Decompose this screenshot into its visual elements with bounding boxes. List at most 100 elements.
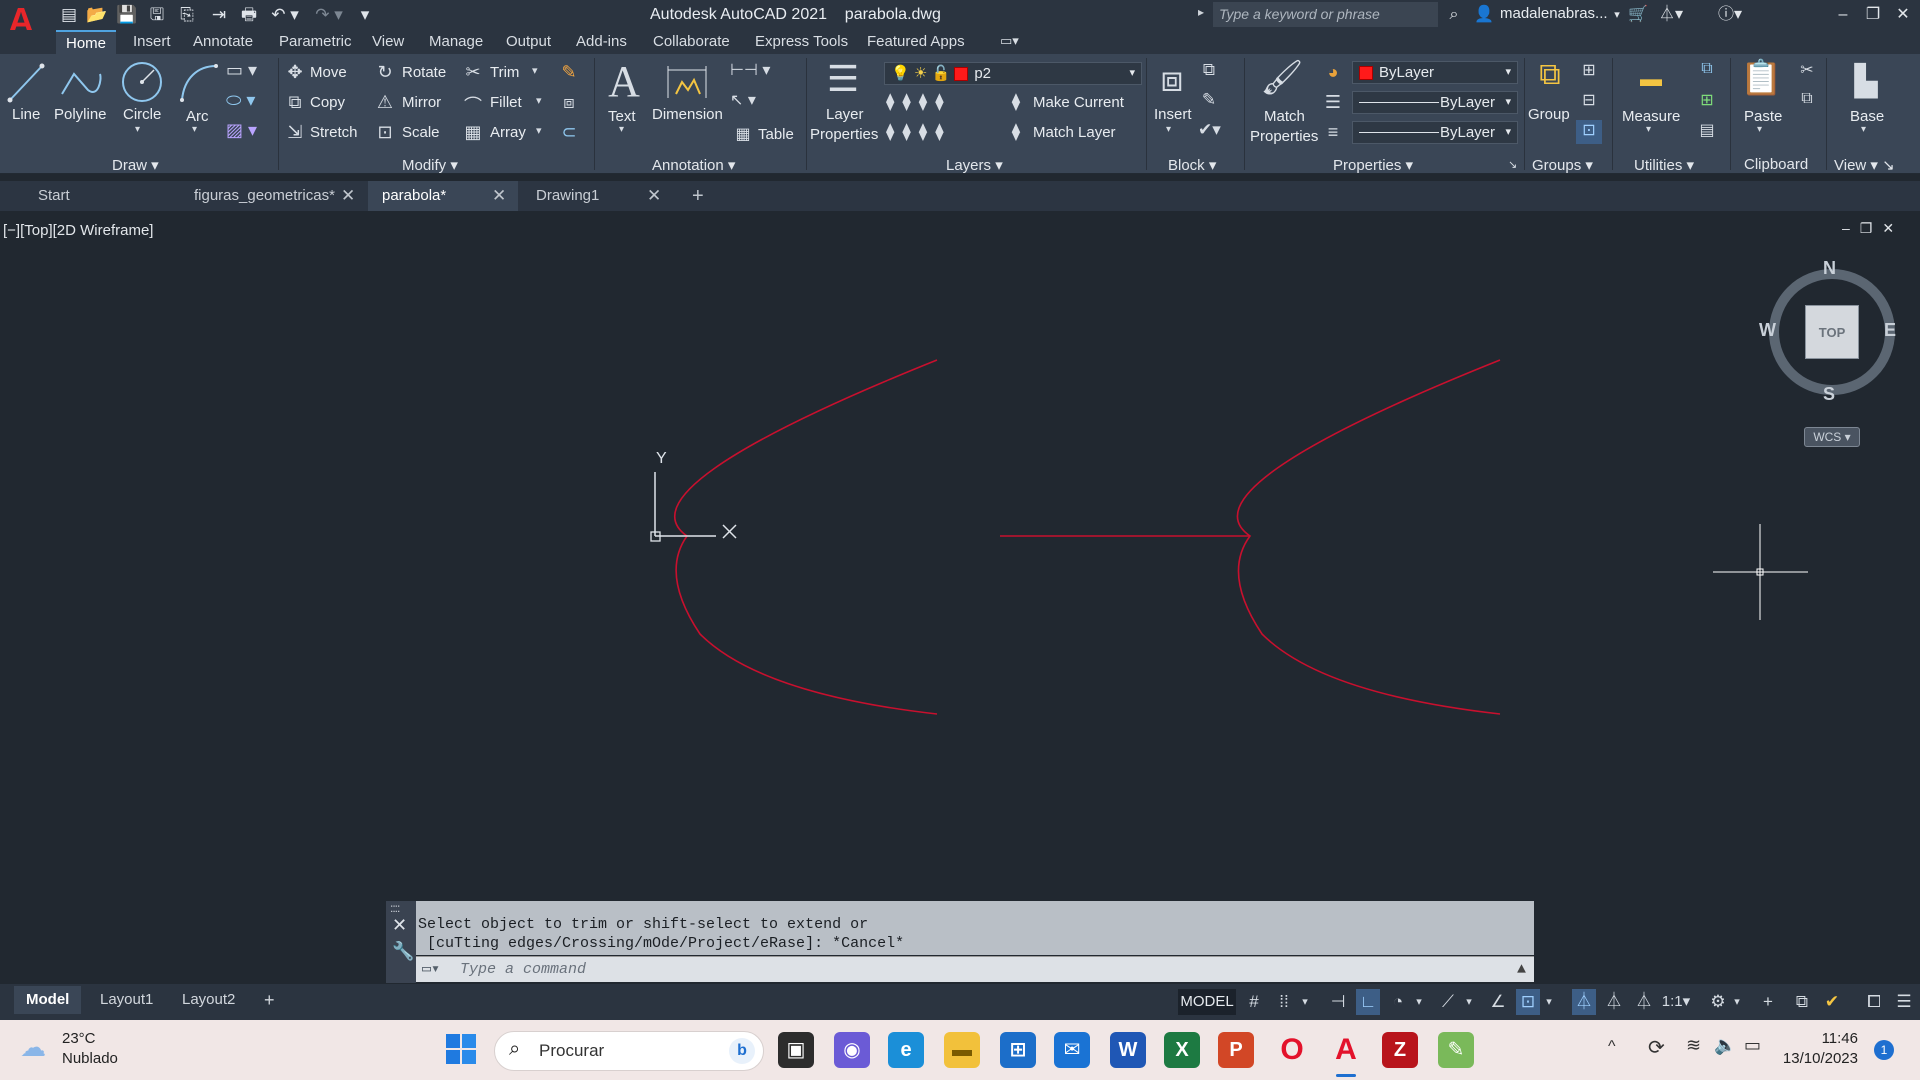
polar-dropdown-icon[interactable]: ▾ [1412,989,1426,1015]
model-space-button[interactable]: MODEL [1178,989,1236,1015]
tab-insert[interactable]: Insert [133,33,171,50]
copy-button[interactable]: Copy [310,94,345,111]
snap-icon[interactable]: ⁞⁞ [1272,989,1296,1015]
color-wheel-icon[interactable]: ◕ [1322,62,1344,83]
viewcube-east[interactable]: E [1884,320,1896,341]
lineweight-dropdown[interactable]: ByLayer ▾ [1352,121,1518,144]
units-icon[interactable]: ⧉ [1790,989,1814,1015]
parabola-right[interactable] [1236,359,1501,715]
tab-model[interactable]: Model [14,986,82,1014]
layer-properties-button-line2[interactable]: Properties [810,126,878,143]
dimension-button[interactable]: Dimension [652,106,723,123]
viewcube-west[interactable]: W [1759,320,1776,341]
group-edit-icon[interactable]: ⊟ [1578,90,1600,110]
polyline-button[interactable]: Polyline [54,106,107,123]
viewcube-north[interactable]: N [1823,258,1836,279]
customize-quick-access-icon[interactable]: ▾ [354,4,376,26]
teams-chat-icon[interactable]: ◉ [834,1032,870,1068]
weather-temperature[interactable]: 23°C [62,1030,96,1047]
redo-icon[interactable]: ↷ ▾ [312,4,346,26]
geogebra-icon[interactable]: ✎ [1438,1032,1474,1068]
linetype-dropdown[interactable]: ByLayer ▾ [1352,91,1518,114]
measure-dropdown-icon[interactable]: ▾ [1646,124,1651,135]
excel-icon[interactable]: X [1164,1032,1200,1068]
powerpoint-icon[interactable]: P [1218,1032,1254,1068]
drawing-viewport[interactable]: [−][Top][2D Wireframe] –❐✕ Y N S E W TOP… [0,214,1920,986]
battery-icon[interactable]: ▭ [1744,1035,1761,1056]
paste-dropdown-icon[interactable]: ▾ [1757,124,1762,135]
user-name[interactable]: madalenabras... [1500,5,1608,22]
annotation-scale-dropdown[interactable]: 1:1▾ [1660,989,1692,1015]
annotation-monitor-icon[interactable]: + [1756,989,1780,1015]
taskbar-search-box[interactable]: ⌕ Procurar b [494,1031,764,1071]
weather-condition[interactable]: Nublado [62,1050,118,1067]
lineweight-icon[interactable]: ☰ [1322,92,1344,113]
isodraft-icon[interactable]: ⟋ [1436,989,1460,1015]
clock-time[interactable]: 11:46 [1810,1030,1858,1047]
select-all-icon[interactable]: ⊞ [1696,90,1718,110]
isodraft-dropdown-icon[interactable]: ▾ [1462,989,1476,1015]
modify-panel-title[interactable]: Modify ▾ [402,156,458,174]
ribbon-minimize-icon[interactable]: ▭▾ [1000,33,1019,49]
arc-button[interactable]: Arc [186,108,209,125]
rectangle-icon[interactable]: ▭ ▾ [226,60,266,81]
circle-button[interactable]: Circle [123,106,161,123]
move-button[interactable]: Move [310,64,347,81]
expand-arrow-icon[interactable]: ▸ [1198,5,1204,19]
workspace-gear-icon[interactable]: ⚙ [1706,989,1730,1015]
table-button[interactable]: Table [758,126,794,143]
object-snap-tracking-icon[interactable]: ∠ [1486,989,1510,1015]
snap-dropdown-icon[interactable]: ▾ [1298,989,1312,1015]
color-dropdown[interactable]: ByLayer ▾ [1352,61,1518,84]
group-selection-icon[interactable]: ⊡ [1576,120,1602,144]
tab-express-tools[interactable]: Express Tools [755,33,848,50]
save-icon[interactable]: 💾 [116,4,138,26]
match-properties-button[interactable]: Match [1264,108,1305,125]
opera-icon[interactable]: O [1274,1032,1310,1068]
draw-panel-title[interactable]: Draw ▾ [112,156,159,174]
search-icon[interactable]: ⌕ [1442,4,1466,26]
utilities-panel-title[interactable]: Utilities ▾ [1634,156,1694,174]
view-panel-title[interactable]: View ▾ ↘ [1834,156,1895,174]
wifi-icon[interactable]: ≋ [1686,1035,1701,1056]
tab-parametric[interactable]: Parametric [279,33,352,50]
groups-panel-title[interactable]: Groups ▾ [1532,156,1593,174]
sync-icon[interactable]: ⟳ [1648,1035,1665,1060]
array-dropdown-icon[interactable]: ▾ [536,124,542,137]
base-dropdown-icon[interactable]: ▾ [1861,124,1866,135]
add-layout-icon[interactable]: + [252,986,287,1014]
open-icon[interactable]: 📂 [86,4,108,26]
command-input[interactable]: ▭▾ Type a command ▲ [416,956,1534,982]
annotation-visibility-icon[interactable]: ⏃ [1572,989,1596,1015]
ungroup-icon[interactable]: ⊞ [1578,60,1600,80]
tab-figuras-geometricas[interactable]: figuras_geometricas* [180,181,360,211]
new-tab-icon[interactable]: + [692,181,704,211]
save-as-icon[interactable]: 🖫 [146,4,168,26]
help-icon[interactable]: ⓘ▾ [1712,4,1748,26]
weather-cloud-icon[interactable]: ☁ [20,1032,46,1063]
properties-launcher-icon[interactable]: ↘ [1508,158,1517,171]
make-current-button[interactable]: Make Current [1033,94,1124,111]
properties-panel-title[interactable]: Properties ▾ [1333,156,1413,174]
drawing-canvas[interactable] [0,214,1920,986]
notification-badge[interactable]: 1 [1874,1040,1894,1060]
tab-annotate[interactable]: Annotate [193,33,253,50]
paste-button[interactable]: Paste [1744,108,1782,125]
layers-panel-title[interactable]: Layers ▾ [946,156,1003,174]
annotation-scale-icon[interactable]: ⏃ [1632,989,1656,1015]
linetype-icon[interactable]: ≡ [1322,122,1344,143]
layer-properties-button[interactable]: Layer [826,106,864,123]
hatch-icon[interactable]: ⬭ ▾ [226,90,266,111]
ortho-icon[interactable]: ∟ [1356,989,1380,1015]
minimize-icon[interactable]: – [1832,4,1854,26]
line-button[interactable]: Line [12,106,40,123]
help-search-input[interactable]: Type a keyword or phrase [1213,2,1438,27]
close-tab-icon[interactable]: ✕ [341,181,355,211]
polar-icon[interactable]: ◔ [1386,989,1410,1015]
windows-start-icon[interactable] [444,1032,478,1066]
group-button[interactable]: Group [1528,106,1570,123]
quick-properties-icon[interactable]: ✔ [1820,989,1844,1015]
workspace-dropdown-icon[interactable]: ▾ [1730,989,1744,1015]
insert-dropdown-icon[interactable]: ▾ [1166,124,1171,135]
gradient-icon[interactable]: ▨ ▾ [226,120,266,141]
